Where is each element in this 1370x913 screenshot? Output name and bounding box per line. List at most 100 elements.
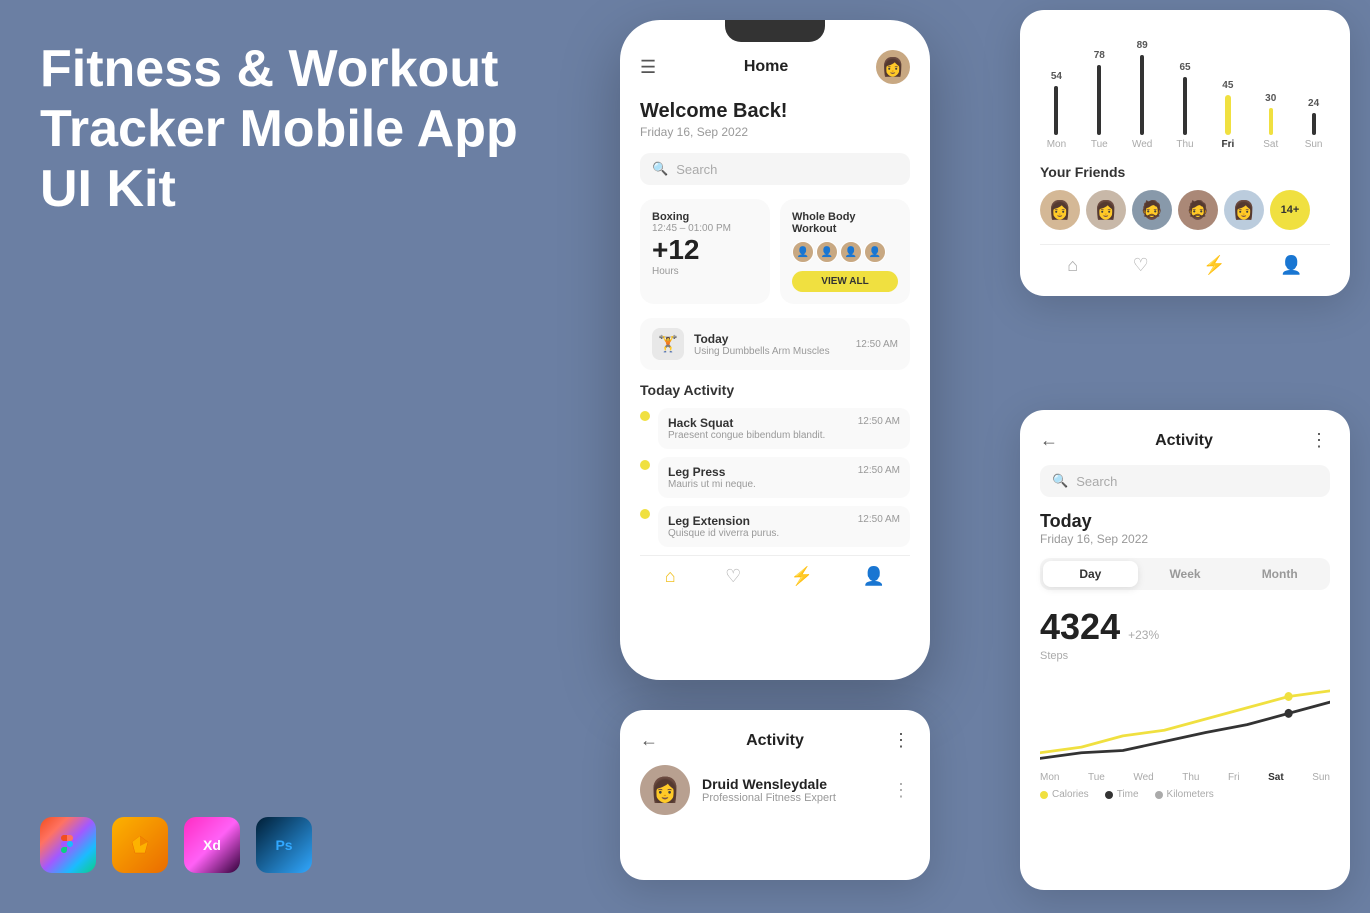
bar-day-tue: Tue xyxy=(1091,139,1108,150)
bar-tue xyxy=(1097,65,1101,135)
trainer-more-button[interactable]: ⋮ xyxy=(892,780,910,801)
welcome-section: Welcome Back! Friday 16, Sep 2022 xyxy=(640,100,910,139)
trainer-avatar: 👩 xyxy=(640,765,690,815)
today-time: 12:50 AM xyxy=(856,339,898,350)
bar-value-thu: 65 xyxy=(1179,62,1190,73)
workout-avatar-1: 👤 xyxy=(792,241,814,263)
bc-back-button[interactable]: ← xyxy=(640,730,658,751)
legend-label-km: Kilometers xyxy=(1167,789,1214,800)
friend-avatar-4: 🧔 xyxy=(1178,190,1218,230)
activity-info-3: Leg Extension Quisque id viverra purus. … xyxy=(658,506,910,547)
bar-mon xyxy=(1054,86,1058,135)
activity-search-placeholder: Search xyxy=(1076,474,1117,489)
activity-desc-3: Quisque id viverra purus. xyxy=(668,528,779,539)
x-label-mon: Mon xyxy=(1040,772,1059,783)
activity-info-1: Hack Squat Praesent congue bibendum blan… xyxy=(658,408,910,449)
card-heart-icon[interactable]: ♡ xyxy=(1133,255,1149,276)
profile-nav-icon[interactable]: 👤 xyxy=(863,566,885,587)
boxing-time: 12:45 – 01:00 PM xyxy=(652,223,758,234)
bar-chart: 54Mon78Tue89Wed65Thu45Fri30Sat24Sun xyxy=(1040,30,1330,150)
steps-chart xyxy=(1040,674,1330,764)
phone-mockup: ☰ Home 👩 Welcome Back! Friday 16, Sep 20… xyxy=(620,20,930,700)
trainer-title: Professional Fitness Expert xyxy=(702,792,836,804)
x-label-thu: Thu xyxy=(1182,772,1199,783)
legend-calories: Calories xyxy=(1040,789,1089,800)
bar-value-wed: 89 xyxy=(1137,40,1148,51)
today-workout-icon: 🏋️ xyxy=(652,328,684,360)
friends-title: Your Friends xyxy=(1040,164,1330,180)
friend-avatar-3: 🧔 xyxy=(1132,190,1172,230)
bar-group-mon: 54Mon xyxy=(1040,71,1073,150)
steps-count: 4324 xyxy=(1040,606,1120,648)
legend-dot-calories xyxy=(1040,791,1048,799)
phone-search-bar[interactable]: 🔍 Search xyxy=(640,153,910,185)
legend-label-time: Time xyxy=(1117,789,1139,800)
x-label-wed: Wed xyxy=(1133,772,1153,783)
workout-card: Whole Body Workout 👤 👤 👤 👤 VIEW ALL xyxy=(780,199,910,304)
month-tab[interactable]: Month xyxy=(1232,561,1327,587)
activity-info-2: Leg Press Mauris ut mi neque. 12:50 AM xyxy=(658,457,910,498)
friends-section: Your Friends 👩 👩 🧔 🧔 👩 14+ xyxy=(1040,164,1330,230)
activity-search-bar[interactable]: 🔍 Search xyxy=(1040,465,1330,497)
phone-frame: ☰ Home 👩 Welcome Back! Friday 16, Sep 20… xyxy=(620,20,930,680)
cards-row: Boxing 12:45 – 01:00 PM +12 Hours Whole … xyxy=(640,199,910,304)
period-tabs: Day Week Month xyxy=(1040,558,1330,590)
card-user-icon[interactable]: 👤 xyxy=(1280,255,1302,276)
bc-more-button[interactable]: ⋮ xyxy=(892,730,910,751)
activity-detail-card: ← Activity ⋮ 🔍 Search Today Friday 16, S… xyxy=(1020,410,1350,890)
day-tab[interactable]: Day xyxy=(1043,561,1138,587)
activity-today-label: Today xyxy=(1040,511,1330,532)
boxing-hours-label: Hours xyxy=(652,266,758,277)
sketch-icon xyxy=(112,817,168,873)
today-workout-info: Today Using Dumbbells Arm Muscles xyxy=(694,332,846,357)
steps-change: +23% xyxy=(1128,628,1159,642)
workout-avatar-4: 👤 xyxy=(864,241,886,263)
card-bottom-nav: ⌂ ♡ ⚡ 👤 xyxy=(1040,244,1330,276)
x-label-sun: Sun xyxy=(1312,772,1330,783)
bar-group-fri: 45Fri xyxy=(1211,80,1244,151)
legend-label-calories: Calories xyxy=(1052,789,1089,800)
week-tab[interactable]: Week xyxy=(1138,561,1233,587)
activity-name-1: Hack Squat xyxy=(668,416,825,430)
bar-group-sat: 30Sat xyxy=(1254,93,1287,150)
figma-icon xyxy=(40,817,96,873)
more-options-button[interactable]: ⋮ xyxy=(1310,430,1330,451)
activity-nav-icon[interactable]: ⚡ xyxy=(791,566,813,587)
heart-nav-icon[interactable]: ♡ xyxy=(725,566,741,587)
bar-value-sun: 24 xyxy=(1308,98,1319,109)
chart-x-labels: Mon Tue Wed Thu Fri Sat Sun xyxy=(1040,772,1330,783)
phone-notch xyxy=(725,20,825,42)
card-bolt-icon[interactable]: ⚡ xyxy=(1203,255,1225,276)
chart-card: 54Mon78Tue89Wed65Thu45Fri30Sat24Sun Your… xyxy=(1020,10,1350,296)
bar-sat xyxy=(1269,108,1273,135)
boxing-card: Boxing 12:45 – 01:00 PM +12 Hours xyxy=(640,199,770,304)
activity-time-2: 12:50 AM xyxy=(858,465,900,476)
workout-title: Whole Body Workout xyxy=(792,211,898,235)
bar-thu xyxy=(1183,77,1187,136)
home-nav-icon[interactable]: ⌂ xyxy=(665,566,676,587)
hamburger-icon[interactable]: ☰ xyxy=(640,57,656,78)
activity-item-3: Leg Extension Quisque id viverra purus. … xyxy=(640,506,910,547)
bottom-card-header: ← Activity ⋮ xyxy=(640,730,910,751)
activity-detail-header: ← Activity ⋮ xyxy=(1040,430,1330,451)
activity-desc-1: Praesent congue bibendum blandit. xyxy=(668,430,825,441)
workout-avatars: 👤 👤 👤 👤 xyxy=(792,241,898,263)
back-button[interactable]: ← xyxy=(1040,430,1058,451)
activity-dot-2 xyxy=(640,460,650,470)
bar-value-tue: 78 xyxy=(1094,50,1105,61)
bar-value-mon: 54 xyxy=(1051,71,1062,82)
workout-avatar-2: 👤 xyxy=(816,241,838,263)
legend-time: Time xyxy=(1105,789,1139,800)
phone-screen-title: Home xyxy=(744,58,788,76)
view-all-button[interactable]: VIEW ALL xyxy=(792,271,898,292)
activity-item-1: Hack Squat Praesent congue bibendum blan… xyxy=(640,408,910,449)
today-label: Today xyxy=(694,332,846,346)
left-panel: Fitness & Workout Tracker Mobile App UI … xyxy=(40,40,540,259)
today-workout-item: 🏋️ Today Using Dumbbells Arm Muscles 12:… xyxy=(640,318,910,370)
boxing-hours: +12 xyxy=(652,234,758,266)
search-placeholder: Search xyxy=(676,162,717,177)
card-home-icon[interactable]: ⌂ xyxy=(1067,255,1078,276)
bar-value-sat: 30 xyxy=(1265,93,1276,104)
activity-time-1: 12:50 AM xyxy=(858,416,900,427)
bar-group-sun: 24Sun xyxy=(1297,98,1330,150)
